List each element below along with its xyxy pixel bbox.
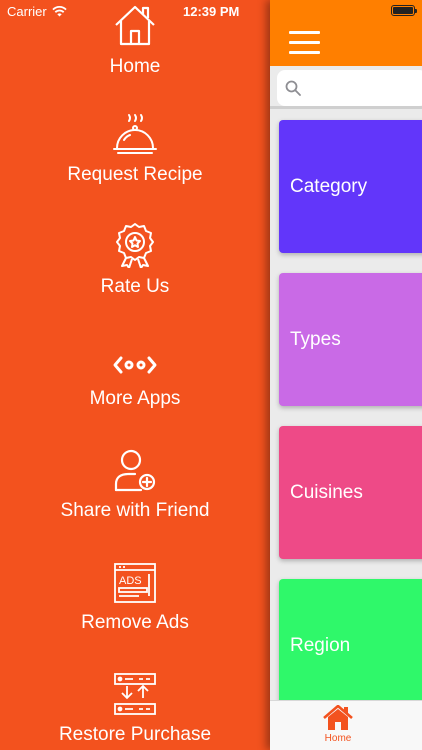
tab-home[interactable]: Home <box>318 705 358 749</box>
search-icon <box>285 80 301 96</box>
menu-item-remove-ads[interactable]: ADS Remove Ads <box>0 556 270 656</box>
award-ribbon-icon <box>111 220 159 268</box>
main-screen: Category Types Cuisines Region Home <box>270 0 422 750</box>
menu-label-share-with-friend: Share with Friend <box>60 500 210 521</box>
add-user-icon <box>111 444 159 492</box>
menu-label-rate-us: Rate Us <box>100 276 170 297</box>
menu-label-more-apps: More Apps <box>89 388 181 409</box>
card-label-category: Category <box>290 175 368 197</box>
card-types[interactable]: Types <box>279 273 422 406</box>
side-drawer: Home Request Recipe Rate Us More Apps Sh… <box>0 0 270 750</box>
tab-home-label: Home <box>324 733 352 744</box>
menu-item-request-recipe[interactable]: Request Recipe <box>0 108 270 208</box>
card-label-region: Region <box>290 634 351 656</box>
status-time: 12:39 PM <box>183 4 240 19</box>
cloche-icon <box>111 108 159 156</box>
search-input[interactable] <box>307 80 407 96</box>
menu-item-restore-purchase[interactable]: Restore Purchase <box>0 668 270 750</box>
wifi-icon <box>52 6 67 17</box>
menu-label-remove-ads: Remove Ads <box>81 612 189 633</box>
card-label-types: Types <box>290 328 341 350</box>
search-bar[interactable] <box>277 70 422 106</box>
menu-item-more-apps[interactable]: More Apps <box>0 332 270 432</box>
status-bar: Carrier 12:39 PM <box>0 0 422 22</box>
svg-text:ADS: ADS <box>119 575 142 587</box>
card-cuisines[interactable]: Cuisines <box>279 426 422 559</box>
card-category[interactable]: Category <box>279 120 422 253</box>
hamburger-menu-icon[interactable] <box>289 31 321 55</box>
menu-item-share-with-friend[interactable]: Share with Friend <box>0 444 270 544</box>
menu-label-request-recipe: Request Recipe <box>67 164 203 185</box>
status-carrier: Carrier <box>7 4 67 19</box>
tab-bar: Home <box>270 700 422 750</box>
battery-icon <box>391 5 417 16</box>
menu-label-home: Home <box>109 56 161 77</box>
restore-servers-icon <box>111 668 159 716</box>
carrier-label: Carrier <box>7 4 47 19</box>
home-filled-icon <box>323 705 353 730</box>
more-apps-code-icon <box>111 332 159 380</box>
card-region[interactable]: Region <box>279 579 422 712</box>
card-label-cuisines: Cuisines <box>290 481 363 503</box>
ads-icon: ADS <box>111 556 159 604</box>
search-divider <box>270 106 422 109</box>
menu-label-restore-purchase: Restore Purchase <box>58 724 212 745</box>
menu-item-rate-us[interactable]: Rate Us <box>0 220 270 320</box>
